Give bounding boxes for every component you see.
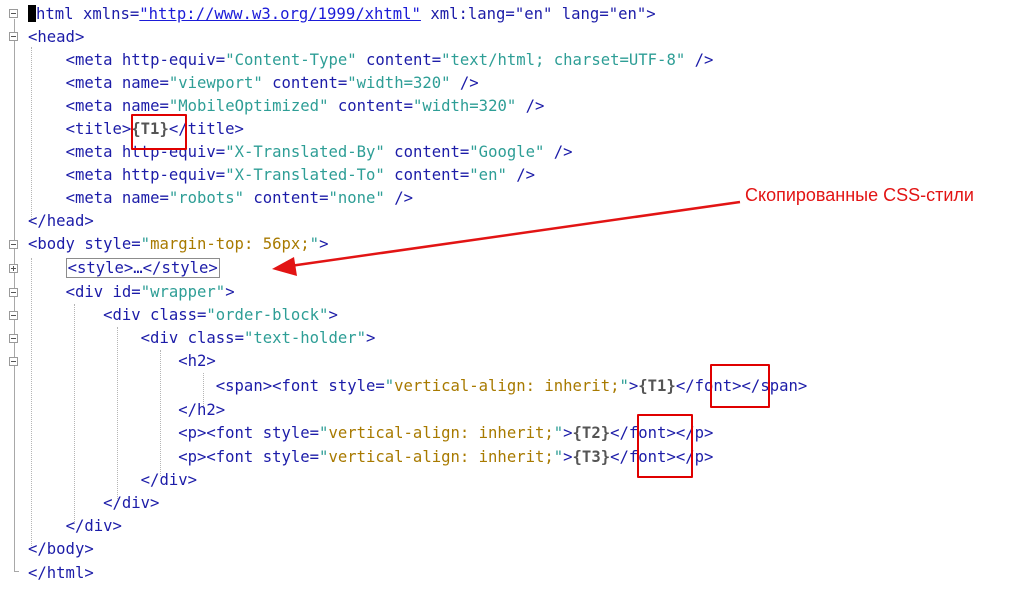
annotation-label: Скопированные CSS-стили (745, 185, 974, 205)
annotation-arrow (272, 200, 741, 276)
